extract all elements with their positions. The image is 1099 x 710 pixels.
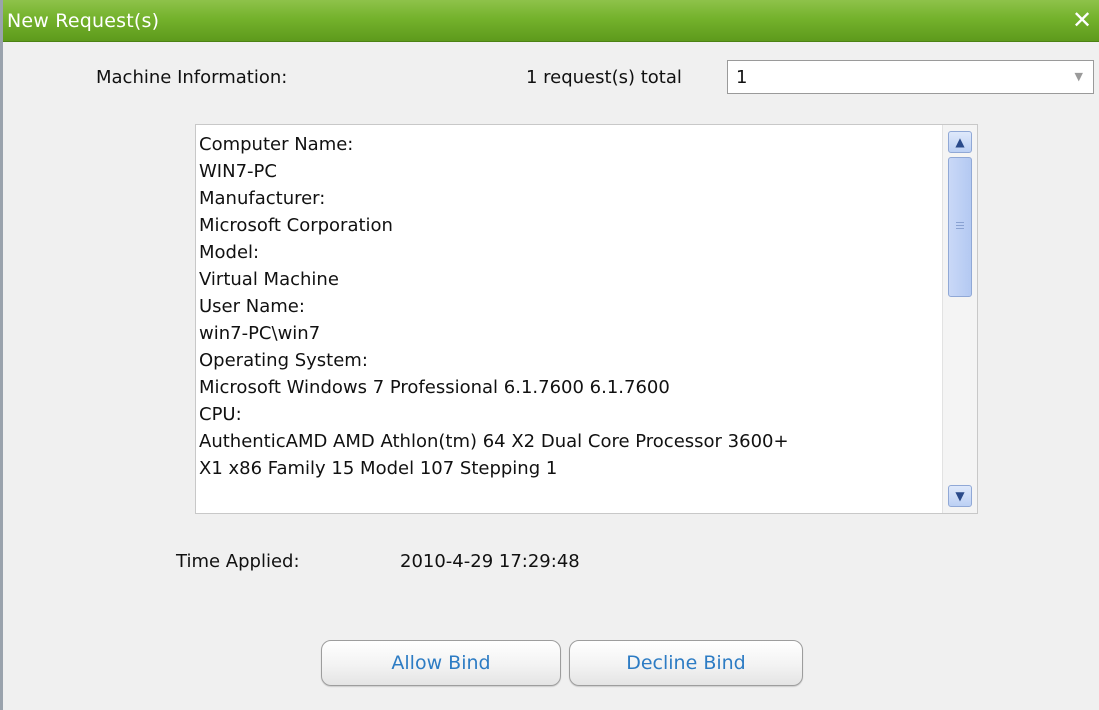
requests-total-label: 1 request(s) total [526, 67, 682, 88]
info-line: Microsoft Windows 7 Professional 6.1.760… [199, 377, 670, 398]
info-line: Operating System: [199, 350, 368, 371]
scrollbar-thumb[interactable] [948, 157, 972, 297]
time-applied-label: Time Applied: [176, 551, 300, 572]
info-line: Manufacturer: [199, 188, 326, 209]
chevron-down-icon[interactable]: ▼ [1075, 70, 1083, 83]
dialog-title: New Request(s) [7, 10, 160, 32]
info-line: Virtual Machine [199, 269, 339, 290]
request-select[interactable]: 1 ▼ [727, 60, 1094, 94]
close-icon[interactable]: ✕ [1068, 5, 1096, 35]
info-line: Microsoft Corporation [199, 215, 393, 236]
vertical-scrollbar[interactable]: ▲ ▼ [942, 125, 977, 513]
info-line: X1 x86 Family 15 Model 107 Stepping 1 [199, 458, 558, 479]
grip-icon [956, 222, 964, 231]
request-select-value: 1 [736, 67, 748, 88]
machine-info-lines: Computer Name: WIN7-PC Manufacturer: Micros… [199, 131, 939, 482]
time-applied-value: 2010-4-29 17:29:48 [400, 551, 580, 572]
machine-information-label: Machine Information: [96, 67, 288, 88]
info-line: win7-PC\win7 [199, 323, 321, 344]
info-line: User Name: [199, 296, 305, 317]
info-line: WIN7-PC [199, 161, 277, 182]
info-line: CPU: [199, 404, 242, 425]
decline-bind-button[interactable]: Decline Bind [569, 640, 803, 686]
machine-info-textbox[interactable]: Computer Name: WIN7-PC Manufacturer: Micros… [195, 124, 978, 514]
info-line: AuthenticAMD AMD Athlon(tm) 64 X2 Dual C… [199, 431, 789, 452]
dialog-titlebar[interactable]: New Request(s) ✕ [3, 0, 1099, 42]
allow-bind-button[interactable]: Allow Bind [321, 640, 561, 686]
info-line: Computer Name: [199, 134, 354, 155]
scroll-up-icon[interactable]: ▲ [948, 131, 972, 153]
scroll-down-icon[interactable]: ▼ [948, 485, 972, 507]
info-line: Model: [199, 242, 260, 263]
new-requests-dialog: New Request(s) ✕ Machine Information: 1 … [0, 0, 1099, 710]
